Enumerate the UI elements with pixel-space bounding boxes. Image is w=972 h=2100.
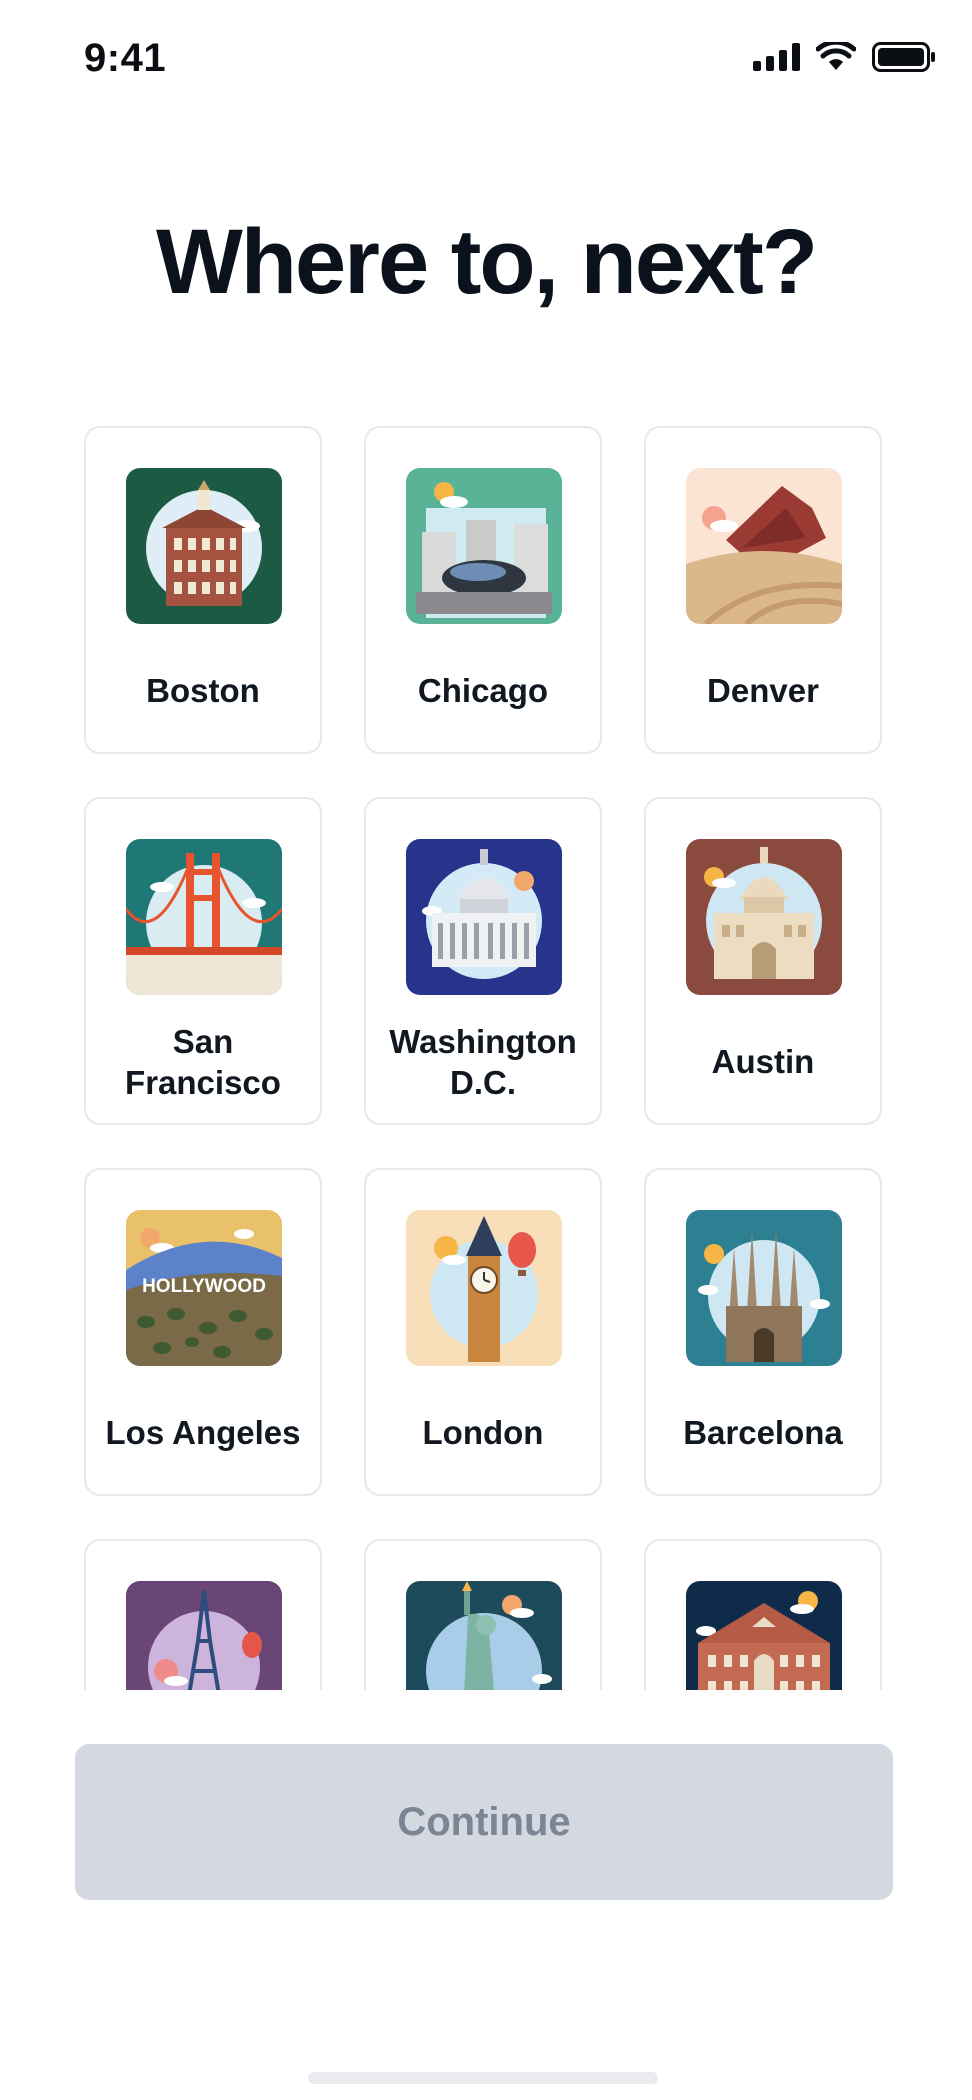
city-grid-scroll[interactable]: Boston Chicago Denver San Francisco Wash… [0,420,972,1690]
big-ben-icon [406,1210,562,1366]
city-card-austin[interactable]: Austin [644,797,882,1125]
city-label: San Francisco [125,1022,281,1101]
city-label: Austin [711,1043,815,1081]
city-grid: Boston Chicago Denver San Francisco Wash… [84,426,882,1690]
city-card-paris[interactable] [84,1539,322,1690]
city-card-los-angeles[interactable]: HOLLYWOOD Los Angeles [84,1168,322,1496]
city-label: Los Angeles [105,1414,301,1452]
battery-icon [872,42,936,72]
city-card-chicago[interactable]: Chicago [364,426,602,754]
statue-of-liberty-icon [406,1581,562,1690]
continue-button[interactable]: Continue [75,1744,893,1900]
page-title: Where to, next? [155,211,818,313]
city-card-nashville[interactable] [644,1539,882,1690]
status-time: 9:41 [84,36,167,80]
status-icons [753,42,936,72]
city-card-san-francisco[interactable]: San Francisco [84,797,322,1125]
city-label: Chicago [417,672,549,710]
city-card-boston[interactable]: Boston [84,426,322,754]
chicago-bean-icon [406,468,562,624]
city-card-london[interactable]: London [364,1168,602,1496]
city-label: Denver [707,672,819,710]
home-indicator[interactable] [308,2072,658,2084]
city-card-barcelona[interactable]: Barcelona [644,1168,882,1496]
golden-gate-bridge-icon [126,839,282,995]
cellular-signal-icon [753,43,800,71]
denver-red-rocks-icon [686,468,842,624]
status-bar: 9:41 [0,0,972,120]
hollywood-sign-icon: HOLLYWOOD [126,1210,282,1366]
wifi-icon [816,42,856,72]
boston-faneuil-hall-icon [126,468,282,624]
nashville-ryman-icon [686,1581,842,1690]
eiffel-tower-icon [126,1581,282,1690]
svg-text:HOLLYWOOD: HOLLYWOOD [142,1276,266,1297]
sagrada-familia-icon [686,1210,842,1366]
capitol-building-icon [406,839,562,995]
city-label: Barcelona [683,1414,843,1452]
city-label: Boston [146,672,260,710]
city-label: London [422,1414,544,1452]
city-card-washington-dc[interactable]: Washington D.C. [364,797,602,1125]
city-card-new-york[interactable] [364,1539,602,1690]
city-card-denver[interactable]: Denver [644,426,882,754]
texas-capitol-icon [686,839,842,995]
city-label: Washington D.C. [389,1022,577,1101]
